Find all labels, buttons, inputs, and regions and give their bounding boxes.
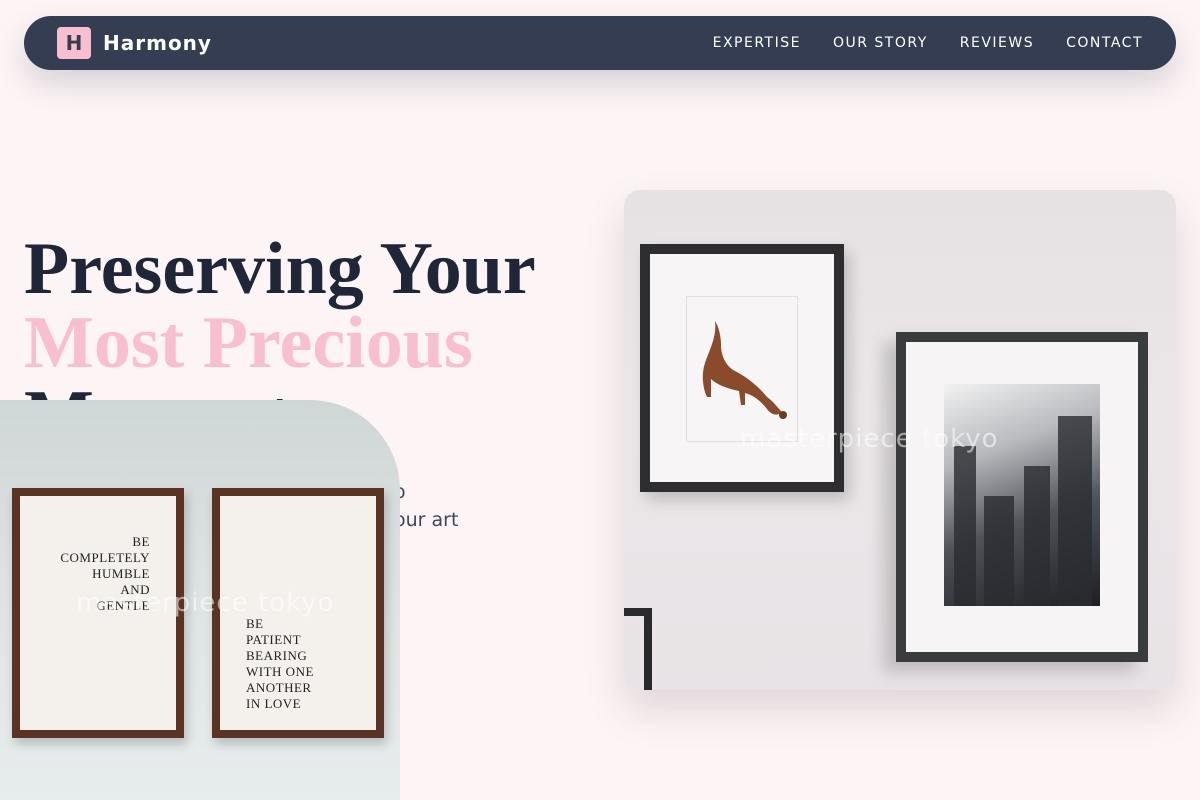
- brand-name: Harmony: [103, 31, 212, 55]
- hero-title-line-1: Preserving Your: [24, 228, 536, 310]
- brand-logo[interactable]: H Harmony: [57, 27, 212, 59]
- nav-menu: EXPERTISE OUR STORY REVIEWS CONTACT: [713, 35, 1143, 51]
- dog-illustration-icon: [702, 321, 787, 419]
- hero-title-line-2: Most Precious: [24, 302, 473, 384]
- quote-text-patient: BE PATIENT BEARING WITH ONE ANOTHER IN L…: [246, 616, 314, 711]
- quote-text-humble: BE COMPLETELY HUMBLE AND GENTLE: [60, 534, 150, 613]
- nav-link-contact[interactable]: CONTACT: [1066, 35, 1143, 51]
- quote-frame-patient: BE PATIENT BEARING WITH ONE ANOTHER IN L…: [212, 488, 384, 738]
- nav-link-our-story[interactable]: OUR STORY: [833, 35, 928, 51]
- picture-frame-city: [896, 332, 1148, 662]
- brand-mark-icon: H: [57, 27, 91, 59]
- top-navbar: H Harmony EXPERTISE OUR STORY REVIEWS CO…: [24, 16, 1176, 70]
- gallery-photo-wall-frames: masterpiece tokyo: [624, 190, 1176, 690]
- nav-link-expertise[interactable]: EXPERTISE: [713, 35, 801, 51]
- nav-link-reviews[interactable]: REVIEWS: [960, 35, 1034, 51]
- frame-mat: [686, 296, 798, 442]
- gallery-photo-quote-frames: BE COMPLETELY HUMBLE AND GENTLE BE PATIE…: [0, 400, 400, 800]
- picture-frame-dog: [640, 244, 844, 492]
- partial-frame-edge: [624, 608, 652, 690]
- quote-frame-humble: BE COMPLETELY HUMBLE AND GENTLE: [12, 488, 184, 738]
- city-photo: [944, 384, 1100, 606]
